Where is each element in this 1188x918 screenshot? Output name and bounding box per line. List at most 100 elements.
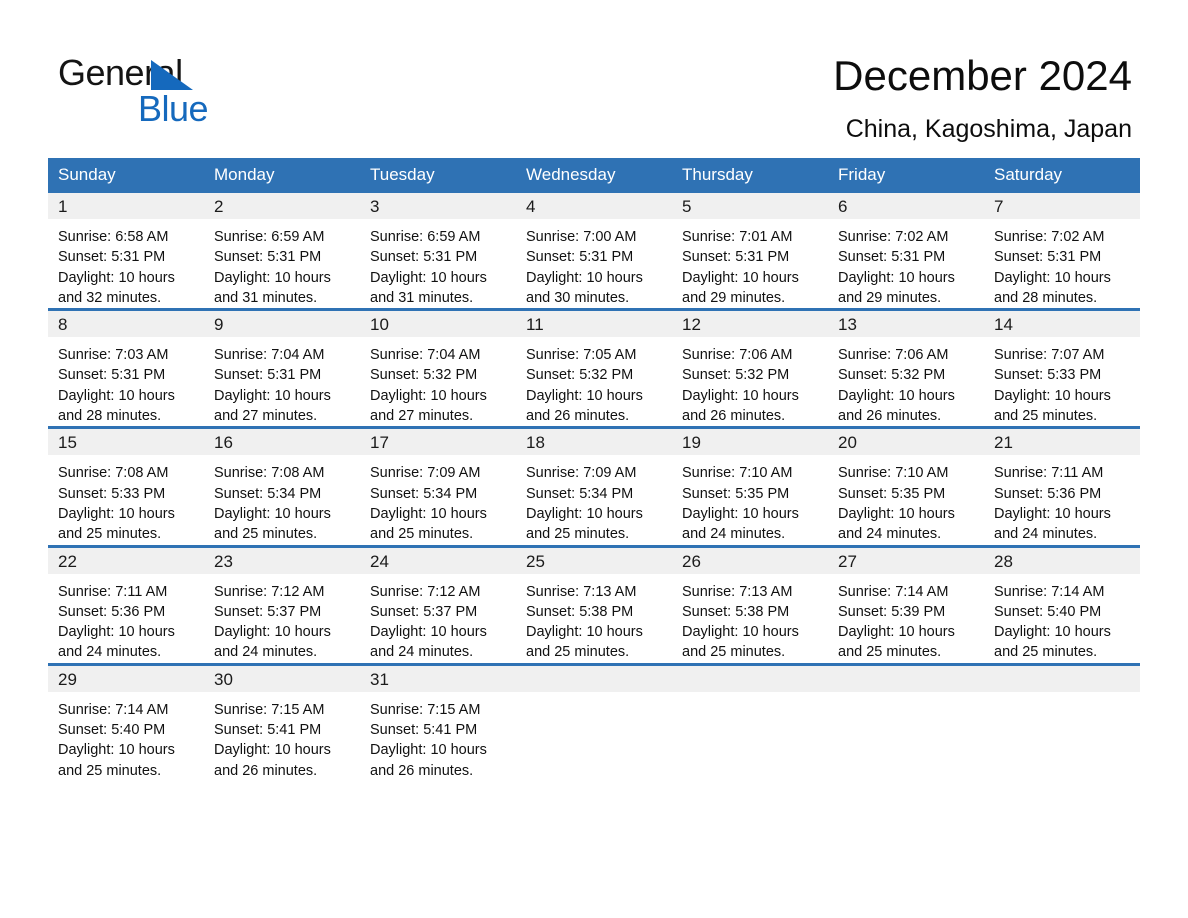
sunset-text: Sunset: 5:38 PM: [526, 603, 634, 620]
sunset-text: Sunset: 5:37 PM: [214, 603, 322, 620]
calendar-day-cell[interactable]: 15 Sunrise: 7:08 AM Sunset: 5:33 PM Dayligh…: [48, 426, 204, 547]
weekday-header-row: Sunday Monday Tuesday Wednesday Thursday…: [48, 158, 1140, 193]
day-number: 3: [370, 197, 380, 216]
sunset-text: Sunset: 5:40 PM: [58, 722, 166, 739]
calendar-day-cell[interactable]: 19 Sunrise: 7:10 AM Sunset: 5:35 PM Dayligh…: [672, 426, 828, 547]
calendar-week-row: 15 Sunrise: 7:08 AM Sunset: 5:33 PM Dayligh…: [48, 426, 1140, 547]
page-header: General Blue December 2024 China, Kagosh…: [0, 0, 1188, 158]
calendar-body: 1 Sunrise: 6:58 AM Sunset: 5:31 PM Daylight…: [48, 193, 1140, 781]
day-details: Sunrise: 6:58 AM Sunset: 5:31 PM Daylight:…: [48, 219, 204, 308]
sunrise-text: Sunrise: 7:09 AM: [526, 465, 637, 482]
day-number-band: 1: [48, 193, 204, 219]
calendar-day-cell[interactable]: 27 Sunrise: 7:14 AM Sunset: 5:39 PM Dayligh…: [828, 544, 984, 665]
calendar-day-cell[interactable]: 18 Sunrise: 7:09 AM Sunset: 5:34 PM Dayligh…: [516, 426, 672, 547]
calendar-day-cell[interactable]: 12 Sunrise: 7:06 AM Sunset: 5:32 PM Dayligh…: [672, 308, 828, 428]
calendar-day-cell[interactable]: 16 Sunrise: 7:08 AM Sunset: 5:34 PM Dayligh…: [204, 426, 360, 547]
day-number: 21: [994, 433, 1013, 453]
calendar-day-cell[interactable]: 13 Sunrise: 7:06 AM Sunset: 5:32 PM Dayligh…: [828, 308, 984, 428]
daylight-text-line2: and 28 minutes.: [58, 408, 162, 425]
day-details: Sunrise: 6:59 AM Sunset: 5:31 PM Daylight:…: [204, 219, 360, 308]
day-number: 24: [370, 551, 389, 571]
calendar-day-cell[interactable]: 8 Sunrise: 7:03 AM Sunset: 5:31 PM Daylight…: [48, 308, 204, 428]
day-number: 12: [682, 315, 701, 335]
sunrise-text: Sunrise: 7:12 AM: [370, 583, 481, 600]
calendar-day-cell[interactable]: 22 Sunrise: 7:11 AM Sunset: 5:36 PM Dayligh…: [48, 544, 204, 665]
daylight-text-line2: and 25 minutes.: [682, 644, 786, 661]
logo-word-blue: Blue: [138, 88, 209, 129]
day-details: Sunrise: 7:06 AM Sunset: 5:32 PM Daylight:…: [672, 337, 828, 426]
sunset-text: Sunset: 5:32 PM: [838, 367, 946, 384]
day-number: 17: [370, 433, 389, 453]
calendar-day-cell-empty: [672, 662, 828, 781]
weekday-header-wednesday: Wednesday: [516, 158, 672, 193]
weekday-header-monday: Monday: [204, 158, 360, 193]
calendar-day-cell[interactable]: 7 Sunrise: 7:02 AM Sunset: 5:31 PM Daylight…: [984, 193, 1140, 310]
day-number: 10: [370, 315, 389, 335]
day-number: 15: [58, 433, 77, 453]
daylight-text-line1: Daylight: 10 hours: [214, 269, 331, 286]
daylight-text-line1: Daylight: 10 hours: [370, 505, 487, 522]
calendar-day-cell[interactable]: 31 Sunrise: 7:15 AM Sunset: 5:41 PM Dayligh…: [360, 662, 516, 781]
day-number-band: 19: [672, 429, 828, 456]
calendar-day-cell[interactable]: 21 Sunrise: 7:11 AM Sunset: 5:36 PM Dayligh…: [984, 426, 1140, 547]
weekday-header-thursday: Thursday: [672, 158, 828, 193]
calendar-day-cell[interactable]: 14 Sunrise: 7:07 AM Sunset: 5:33 PM Dayligh…: [984, 308, 1140, 428]
sunrise-text: Sunrise: 7:14 AM: [994, 583, 1105, 600]
day-number-band: 30: [204, 665, 360, 692]
calendar-day-cell[interactable]: 20 Sunrise: 7:10 AM Sunset: 5:35 PM Dayligh…: [828, 426, 984, 547]
sunrise-text: Sunrise: 7:15 AM: [370, 701, 481, 718]
day-number: 9: [214, 315, 224, 335]
calendar-day-cell[interactable]: 28 Sunrise: 7:14 AM Sunset: 5:40 PM Dayligh…: [984, 544, 1140, 665]
sunset-text: Sunset: 5:39 PM: [838, 603, 946, 620]
calendar-day-cell[interactable]: 6 Sunrise: 7:02 AM Sunset: 5:31 PM Daylight…: [828, 193, 984, 310]
calendar-day-cell[interactable]: 3 Sunrise: 6:59 AM Sunset: 5:31 PM Daylight…: [360, 193, 516, 310]
day-details: Sunrise: 7:15 AM Sunset: 5:41 PM Daylight:…: [204, 692, 360, 781]
daylight-text-line1: Daylight: 10 hours: [58, 269, 175, 286]
day-number-band: 25: [516, 547, 672, 574]
daylight-text-line1: Daylight: 10 hours: [214, 505, 331, 522]
calendar-day-cell[interactable]: 10 Sunrise: 7:04 AM Sunset: 5:32 PM Dayligh…: [360, 308, 516, 428]
daylight-text-line2: and 26 minutes.: [214, 762, 318, 779]
day-number: 14: [994, 315, 1013, 335]
sunset-text: Sunset: 5:38 PM: [682, 603, 790, 620]
day-details: Sunrise: 7:11 AM Sunset: 5:36 PM Daylight:…: [984, 455, 1140, 544]
sunrise-text: Sunrise: 7:14 AM: [838, 583, 949, 600]
day-details: Sunrise: 7:10 AM Sunset: 5:35 PM Daylight:…: [828, 455, 984, 544]
sunset-text: Sunset: 5:32 PM: [526, 367, 634, 384]
sunrise-text: Sunrise: 7:04 AM: [214, 347, 325, 364]
calendar-day-cell[interactable]: 2 Sunrise: 6:59 AM Sunset: 5:31 PM Daylight…: [204, 193, 360, 310]
daylight-text-line2: and 27 minutes.: [370, 408, 474, 425]
day-number: 22: [58, 551, 77, 571]
sunset-text: Sunset: 5:31 PM: [214, 249, 322, 266]
daylight-text-line2: and 26 minutes.: [838, 408, 942, 425]
calendar-day-cell[interactable]: 1 Sunrise: 6:58 AM Sunset: 5:31 PM Daylight…: [48, 193, 204, 310]
general-blue-logo[interactable]: General Blue: [58, 52, 378, 132]
daylight-text-line1: Daylight: 10 hours: [994, 387, 1111, 404]
sunset-text: Sunset: 5:31 PM: [838, 249, 946, 266]
daylight-text-line2: and 24 minutes.: [58, 644, 162, 661]
daylight-text-line1: Daylight: 10 hours: [682, 624, 799, 641]
sunset-text: Sunset: 5:31 PM: [214, 367, 322, 384]
calendar-day-cell[interactable]: 24 Sunrise: 7:12 AM Sunset: 5:37 PM Dayligh…: [360, 544, 516, 665]
calendar-day-cell[interactable]: 5 Sunrise: 7:01 AM Sunset: 5:31 PM Daylight…: [672, 193, 828, 310]
calendar-day-cell[interactable]: 26 Sunrise: 7:13 AM Sunset: 5:38 PM Dayligh…: [672, 544, 828, 665]
day-number-band: 28: [984, 547, 1140, 574]
calendar-day-cell[interactable]: 4 Sunrise: 7:00 AM Sunset: 5:31 PM Daylight…: [516, 193, 672, 310]
calendar-day-cell[interactable]: 30 Sunrise: 7:15 AM Sunset: 5:41 PM Dayligh…: [204, 662, 360, 781]
sunrise-text: Sunrise: 7:03 AM: [58, 347, 169, 364]
calendar-day-cell[interactable]: 17 Sunrise: 7:09 AM Sunset: 5:34 PM Dayligh…: [360, 426, 516, 547]
daylight-text-line2: and 29 minutes.: [838, 289, 942, 306]
calendar-day-cell[interactable]: 25 Sunrise: 7:13 AM Sunset: 5:38 PM Dayligh…: [516, 544, 672, 665]
sunset-text: Sunset: 5:33 PM: [58, 485, 166, 502]
day-details: Sunrise: 7:08 AM Sunset: 5:34 PM Daylight:…: [204, 455, 360, 544]
calendar-day-cell[interactable]: 9 Sunrise: 7:04 AM Sunset: 5:31 PM Daylight…: [204, 308, 360, 428]
sunset-text: Sunset: 5:36 PM: [994, 485, 1102, 502]
calendar-day-cell[interactable]: 23 Sunrise: 7:12 AM Sunset: 5:37 PM Dayligh…: [204, 544, 360, 665]
day-number: 7: [994, 197, 1004, 216]
daylight-text-line2: and 24 minutes.: [838, 526, 942, 543]
daylight-text-line1: Daylight: 10 hours: [370, 742, 487, 759]
calendar-day-cell[interactable]: 29 Sunrise: 7:14 AM Sunset: 5:40 PM Dayligh…: [48, 662, 204, 781]
day-details: Sunrise: 7:11 AM Sunset: 5:36 PM Daylight:…: [48, 574, 204, 663]
calendar-day-cell[interactable]: 11 Sunrise: 7:05 AM Sunset: 5:32 PM Dayligh…: [516, 308, 672, 428]
day-number: 4: [526, 197, 536, 216]
